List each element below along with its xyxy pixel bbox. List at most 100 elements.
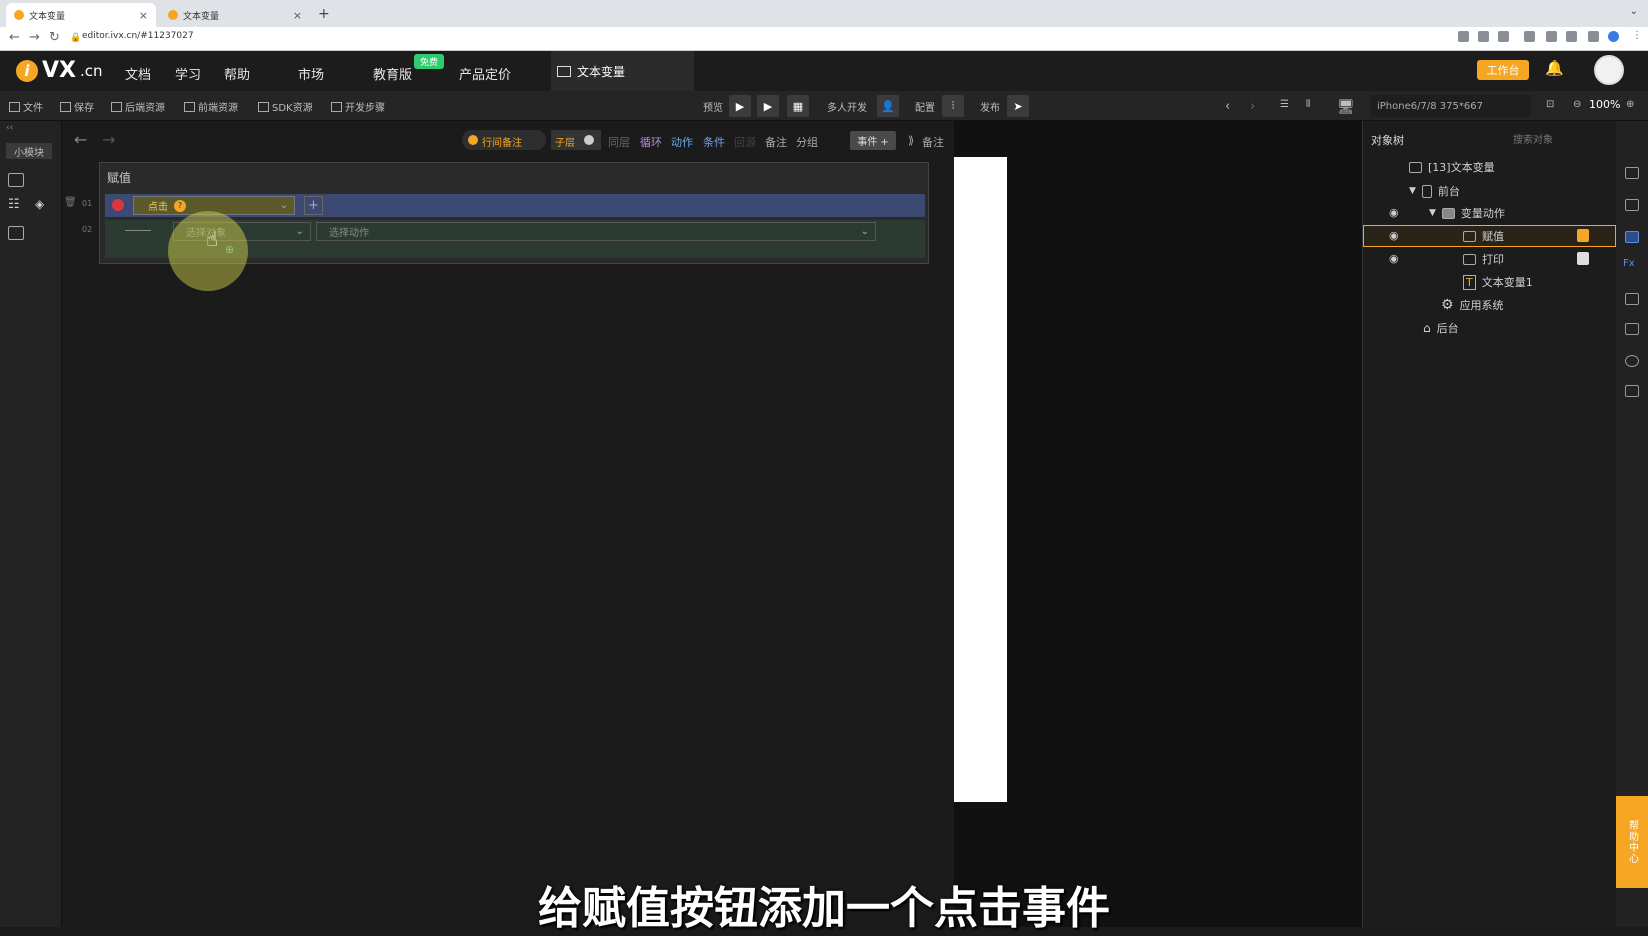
align-columns-icon[interactable]: ⫴: [1306, 99, 1310, 110]
child-toggle[interactable]: 子层: [551, 130, 601, 150]
tree-node-text-variable[interactable]: T 文本变量1: [1463, 272, 1533, 292]
browser-tab[interactable]: 文本变量 ×: [160, 3, 310, 27]
file-button[interactable]: 文件: [9, 99, 43, 114]
logic-marker-icon[interactable]: [1577, 252, 1589, 265]
browser-tab-active[interactable]: 文本变量 ×: [6, 3, 156, 27]
menu-icon[interactable]: ⋮: [1632, 30, 1642, 41]
menu-help[interactable]: 帮助: [224, 64, 250, 83]
undo-icon[interactable]: ←: [74, 130, 87, 149]
logic-editor-icon[interactable]: [8, 173, 24, 187]
backend-resources-button[interactable]: 后端资源: [111, 99, 165, 114]
tree-node-variable-action[interactable]: ▼ 变量动作: [1429, 203, 1505, 223]
menu-market[interactable]: 市场: [298, 64, 324, 83]
row-comment-toggle[interactable]: 行间备注: [462, 130, 546, 150]
add-row-button[interactable]: +: [304, 196, 323, 215]
add-event-button[interactable]: 事件 +: [850, 131, 896, 150]
event-row[interactable]: 点击 ? ⌄ +: [105, 194, 925, 217]
monitor-icon[interactable]: 🖥: [1337, 99, 1355, 115]
extension-icon[interactable]: [1524, 31, 1535, 42]
sdk-resources-button[interactable]: SDK资源: [258, 99, 313, 114]
frontend-resources-button[interactable]: 前端资源: [184, 99, 238, 114]
database-icon[interactable]: [1625, 385, 1639, 397]
dev-steps-button[interactable]: 开发步骤: [331, 99, 385, 114]
collapse-icon[interactable]: ‹‹: [6, 123, 13, 133]
workbench-button[interactable]: 工作台: [1477, 60, 1529, 80]
swap-icon[interactable]: [1625, 323, 1639, 335]
tree-node-print[interactable]: 打印: [1463, 249, 1504, 269]
eye-icon[interactable]: ◉: [1389, 206, 1399, 219]
comment-button[interactable]: 备注: [765, 134, 787, 150]
object-tree-icon[interactable]: [1625, 231, 1639, 243]
comment-panel-button[interactable]: 备注: [922, 134, 944, 150]
redo-arrow-icon[interactable]: ›: [1250, 99, 1255, 114]
align-left-icon[interactable]: ☰: [1280, 99, 1289, 110]
avatar[interactable]: [1594, 55, 1624, 85]
condition-button[interactable]: 条件: [703, 134, 725, 150]
multi-user-icon[interactable]: 👤: [877, 95, 899, 117]
tab-search-icon[interactable]: ⌄: [1630, 6, 1638, 17]
help-icon[interactable]: ?: [174, 199, 186, 212]
profile-icon[interactable]: [1608, 31, 1619, 42]
action-select[interactable]: 选择动作 ⌄: [316, 222, 876, 241]
object-search-input[interactable]: 搜索对象: [1509, 129, 1609, 147]
phone-screen[interactable]: [954, 157, 1007, 802]
layer-icon[interactable]: [1625, 167, 1639, 179]
same-level-button[interactable]: 同层: [608, 134, 630, 150]
trash-icon[interactable]: 🗑: [64, 197, 77, 208]
tab-close-icon[interactable]: ×: [139, 9, 148, 22]
group-button[interactable]: 分组: [796, 134, 818, 150]
disabled-button[interactable]: 回源: [734, 134, 756, 150]
menu-education[interactable]: 教育版: [373, 64, 412, 83]
sidebar-icon[interactable]: [1588, 31, 1599, 42]
reading-list-icon[interactable]: [1566, 31, 1577, 42]
document-tab[interactable]: 文本变量: [551, 51, 694, 91]
resource-icon[interactable]: [1625, 293, 1639, 305]
tree-node-root[interactable]: [13]文本变量: [1409, 157, 1495, 177]
service-icon[interactable]: [1625, 355, 1639, 367]
function-icon[interactable]: Fx: [1623, 258, 1635, 269]
search-logic-icon[interactable]: [8, 226, 24, 240]
save-button[interactable]: 保存: [60, 99, 94, 114]
tree-node-frontend[interactable]: ▼ 前台: [1409, 181, 1460, 201]
play-step-icon[interactable]: ▶: [757, 95, 779, 117]
eye-icon[interactable]: ◉: [1389, 229, 1399, 242]
play-icon[interactable]: ▶: [729, 95, 751, 117]
screenshot-icon[interactable]: ⊡: [1546, 99, 1554, 110]
menu-docs[interactable]: 文档: [125, 64, 151, 83]
share-icon[interactable]: [1478, 31, 1489, 42]
redo-icon[interactable]: →: [102, 130, 115, 149]
bookmark-star-icon[interactable]: [1498, 31, 1509, 42]
loop-button[interactable]: 循环: [640, 134, 662, 150]
logic-marker-icon[interactable]: [1577, 229, 1589, 242]
tab-close-icon[interactable]: ×: [293, 9, 302, 22]
component-icon[interactable]: [1625, 199, 1639, 211]
ivx-logo[interactable]: i VX .cn: [16, 58, 103, 83]
eye-icon[interactable]: ◉: [1389, 252, 1399, 265]
menu-learn[interactable]: 学习: [175, 64, 201, 83]
action-button[interactable]: 动作: [671, 134, 693, 150]
mini-module-tab[interactable]: 小模块: [6, 143, 52, 159]
bell-icon[interactable]: 🔔: [1545, 59, 1564, 77]
puzzle-icon[interactable]: [1546, 31, 1557, 42]
expand-icon[interactable]: ⟫: [908, 134, 914, 147]
tree-node-app-system[interactable]: ⚙ 应用系统: [1441, 295, 1504, 315]
send-icon[interactable]: ➤: [1007, 95, 1029, 117]
device-select[interactable]: iPhone6/7/8 375*667: [1371, 95, 1531, 117]
event-icon[interactable]: ◈: [35, 197, 44, 211]
tree-node-assign[interactable]: 赋值: [1463, 226, 1504, 246]
back-icon[interactable]: ←: [9, 30, 20, 45]
forward-icon[interactable]: →: [29, 30, 40, 45]
undo-arrow-icon[interactable]: ‹: [1225, 99, 1230, 114]
new-tab-button[interactable]: +: [318, 6, 330, 22]
config-sliders-icon[interactable]: ⫶: [942, 95, 964, 117]
zoom-in-icon[interactable]: ⊕: [1626, 99, 1634, 110]
breakpoint-icon[interactable]: [112, 199, 124, 211]
reload-icon[interactable]: ↻: [49, 30, 60, 45]
menu-pricing[interactable]: 产品定价: [459, 64, 511, 83]
zoom-out-icon[interactable]: ⊖: [1573, 99, 1581, 110]
url-field[interactable]: editor.ivx.cn/#11237027: [82, 31, 194, 41]
qr-icon[interactable]: ▦: [787, 95, 809, 117]
zoom-icon[interactable]: [1458, 31, 1469, 42]
properties-icon[interactable]: ☷: [8, 197, 20, 212]
tree-node-backend[interactable]: ⌂ 后台: [1423, 318, 1459, 338]
